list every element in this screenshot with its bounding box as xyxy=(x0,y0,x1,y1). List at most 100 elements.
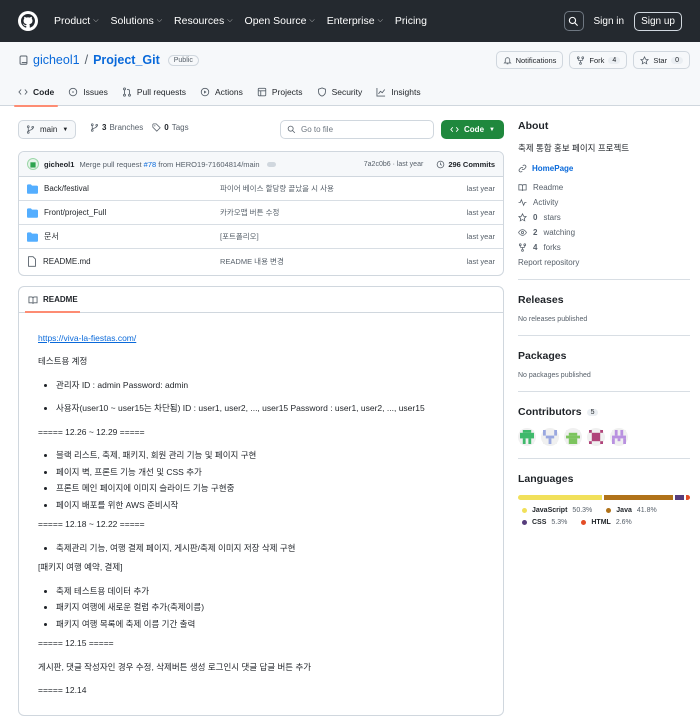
readme-tab[interactable]: README xyxy=(19,287,503,313)
nav-label: Product xyxy=(54,15,91,27)
language-bar-segment xyxy=(674,495,684,500)
caret-down-icon: ▼ xyxy=(489,126,495,133)
book-icon xyxy=(518,184,527,191)
file-row[interactable]: README.md README 내용 변경 last year xyxy=(19,249,503,273)
contributors-heading[interactable]: Contributors 5 xyxy=(518,406,690,418)
tab-insights[interactable]: Insights xyxy=(376,78,421,106)
nav-enterprise[interactable]: Enterprise ⌵ xyxy=(327,15,383,27)
contributor-avatar[interactable] xyxy=(564,428,582,446)
file-name-link[interactable]: Back/festival xyxy=(44,184,89,193)
homepage-link[interactable]: HomePage xyxy=(518,164,690,173)
code-dropdown-button[interactable]: Code ▼ xyxy=(441,120,504,139)
fork-icon xyxy=(577,55,585,65)
tab-label: Actions xyxy=(214,87,243,97)
search-button[interactable] xyxy=(563,11,584,31)
contributor-avatar[interactable] xyxy=(541,428,559,446)
file-list: ◼ gicheol1 Merge pull request #78 from H… xyxy=(18,151,504,276)
activity-link[interactable]: Activity xyxy=(518,198,690,207)
watching-link[interactable]: 2 watching xyxy=(518,228,690,237)
fork-button[interactable]: Fork 4 xyxy=(569,51,628,69)
commits-link[interactable]: 296 Commits xyxy=(436,160,495,169)
language-bar-segment xyxy=(603,495,673,500)
expand-commit-button[interactable] xyxy=(266,161,276,167)
tab-label: Issues xyxy=(83,87,108,97)
list-item: 축제 테스트용 데이터 추가 xyxy=(56,586,484,597)
commit-hash[interactable]: 7a2c0b6 · last year xyxy=(364,161,424,168)
report-repository-link[interactable]: Report repository xyxy=(518,258,690,267)
nav-solutions[interactable]: Solutions ⌵ xyxy=(111,15,163,27)
file-row[interactable]: 문서 [포트폴리오] last year xyxy=(19,225,503,249)
nav-product[interactable]: Product ⌵ xyxy=(54,15,99,27)
stars-label: stars xyxy=(543,213,561,222)
language-item[interactable]: HTML 2.6% xyxy=(581,519,632,526)
nav-pricing[interactable]: Pricing xyxy=(395,15,427,27)
forks-link[interactable]: 4 forks xyxy=(518,243,690,252)
list-item: 블랙 리스트, 축제, 패키지, 회원 관리 기능 및 페이지 구현 xyxy=(56,450,484,461)
homepage-link[interactable]: https://viva-la-fiestas.com/ xyxy=(38,333,136,343)
tags-label: Tags xyxy=(171,123,189,132)
contributor-avatar[interactable] xyxy=(610,428,628,446)
tab-label: Code xyxy=(33,87,55,97)
contributor-avatar[interactable] xyxy=(518,428,536,446)
tab-pull-requests[interactable]: Pull requests xyxy=(122,78,186,106)
file-name-cell: Back/festival xyxy=(27,183,220,194)
language-item[interactable]: Java 41.8% xyxy=(606,507,657,514)
repo-description: 축제 통합 홍보 페이지 프로젝트 xyxy=(518,143,630,153)
commit-message-suffix: from HERO19-71604814/main xyxy=(158,159,260,169)
tab-projects[interactable]: Projects xyxy=(257,78,303,106)
language-percent: 41.8% xyxy=(636,507,657,514)
file-row[interactable]: Back/festival 파이어 베이스 할당량 끝났을 시 사용 last ye… xyxy=(19,177,503,201)
branch-icon xyxy=(26,125,35,134)
file-icon xyxy=(28,255,36,267)
tab-issues[interactable]: Issues xyxy=(68,78,108,106)
language-name: Java xyxy=(616,507,632,514)
file-name-link[interactable]: README.md xyxy=(43,257,91,266)
search-icon xyxy=(287,125,296,134)
readme-link[interactable]: Readme xyxy=(518,183,690,192)
file-name-link[interactable]: 문서 xyxy=(44,231,59,242)
file-name-link[interactable]: Front/project_Full xyxy=(44,208,106,217)
branch-selector[interactable]: main ▼ xyxy=(18,120,77,139)
file-commit-message[interactable]: [포트폴리오] xyxy=(220,231,440,242)
file-commit-message[interactable]: 파이어 베이스 할당량 끝났을 시 사용 xyxy=(220,183,440,194)
commit-author[interactable]: gicheol1 xyxy=(44,160,74,169)
releases-heading[interactable]: Releases xyxy=(518,294,690,306)
repo-header: gicheol1 / Project_Git Public Notificati… xyxy=(0,42,700,107)
code-toolbar: main ▼ 3 Branches 0 Tags Go to file Code… xyxy=(18,120,504,139)
pull-request-icon xyxy=(122,87,131,97)
branches-link[interactable]: 3 Branches xyxy=(90,123,143,132)
stars-link[interactable]: 0 stars xyxy=(518,213,690,222)
latest-commit: ◼ gicheol1 Merge pull request #78 from H… xyxy=(19,152,503,177)
star-button[interactable]: Star 0 xyxy=(633,51,690,69)
tab-security[interactable]: Security xyxy=(317,78,362,106)
nav-resources[interactable]: Resources ⌵ xyxy=(174,15,233,27)
repo-name-link[interactable]: Project_Git xyxy=(93,53,160,67)
language-name: JavaScript xyxy=(532,507,568,514)
sign-in-link[interactable]: Sign in xyxy=(594,16,625,27)
readme-panel: README https://viva-la-fiestas.com/ 테스트용… xyxy=(18,286,504,716)
file-commit-message[interactable]: 카카오맵 버튼 수정 xyxy=(220,207,440,218)
nav-open-source[interactable]: Open Source ⌵ xyxy=(245,15,315,27)
fork-icon xyxy=(518,243,527,252)
go-to-file-input[interactable]: Go to file xyxy=(280,120,434,139)
language-item[interactable]: JavaScript 50.3% xyxy=(522,507,592,514)
list-item: 프론트 메인 페이지에 이미지 슬라이드 기능 구현중 xyxy=(56,483,484,494)
user-avatar[interactable]: ◼ xyxy=(27,158,39,170)
packages-heading[interactable]: Packages xyxy=(518,350,690,362)
tab-actions[interactable]: Actions xyxy=(200,78,243,106)
file-row[interactable]: Front/project_Full 카카오맵 버튼 수정 last year xyxy=(19,201,503,225)
list-item: 패키지 여행 목록에 축제 이름 기간 출력 xyxy=(56,619,484,630)
repo-title: gicheol1 / Project_Git Public xyxy=(18,53,199,67)
readme-heading: ===== 12.26 ~ 12.29 ===== xyxy=(38,426,145,437)
tab-code[interactable]: Code xyxy=(13,78,59,107)
notifications-button[interactable]: Notifications xyxy=(495,51,564,69)
file-commit-message[interactable]: README 내용 변경 xyxy=(220,256,440,267)
repo-owner-link[interactable]: gicheol1 xyxy=(33,53,80,67)
sign-up-button[interactable]: Sign up xyxy=(634,11,682,31)
star-icon xyxy=(518,213,527,222)
contributor-avatar[interactable] xyxy=(587,428,605,446)
pr-link[interactable]: #78 xyxy=(144,160,157,169)
github-logo-icon[interactable] xyxy=(18,11,38,31)
tags-link[interactable]: 0 Tags xyxy=(152,123,189,132)
language-item[interactable]: CSS 5.3% xyxy=(522,519,567,526)
